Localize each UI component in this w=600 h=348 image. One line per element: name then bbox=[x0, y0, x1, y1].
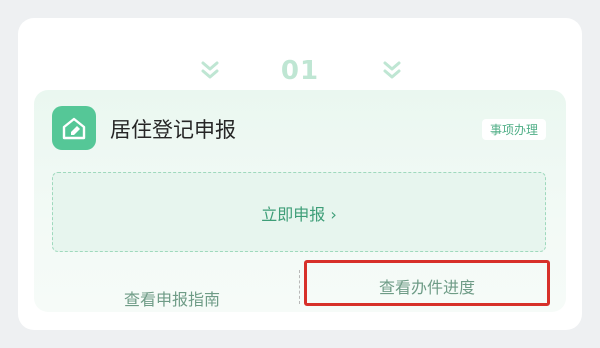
view-progress-link[interactable]: 查看办件进度 bbox=[304, 260, 550, 306]
chevron-down-icon bbox=[382, 60, 402, 82]
apply-now-label: 立即申报 › bbox=[261, 205, 337, 224]
step-number: 01 bbox=[280, 56, 320, 86]
view-progress-label: 查看办件进度 bbox=[378, 278, 475, 297]
service-card: 居住登记申报 事项办理 立即申报 › 查看申报指南 查看办件进度 bbox=[34, 90, 566, 312]
divider bbox=[299, 270, 300, 304]
view-guide-link[interactable]: 查看申报指南 bbox=[52, 286, 292, 310]
service-tag: 事项办理 bbox=[481, 119, 546, 140]
apply-now-button[interactable]: 立即申报 › bbox=[52, 172, 546, 252]
service-title: 居住登记申报 bbox=[110, 118, 236, 142]
house-edit-icon bbox=[52, 106, 96, 150]
